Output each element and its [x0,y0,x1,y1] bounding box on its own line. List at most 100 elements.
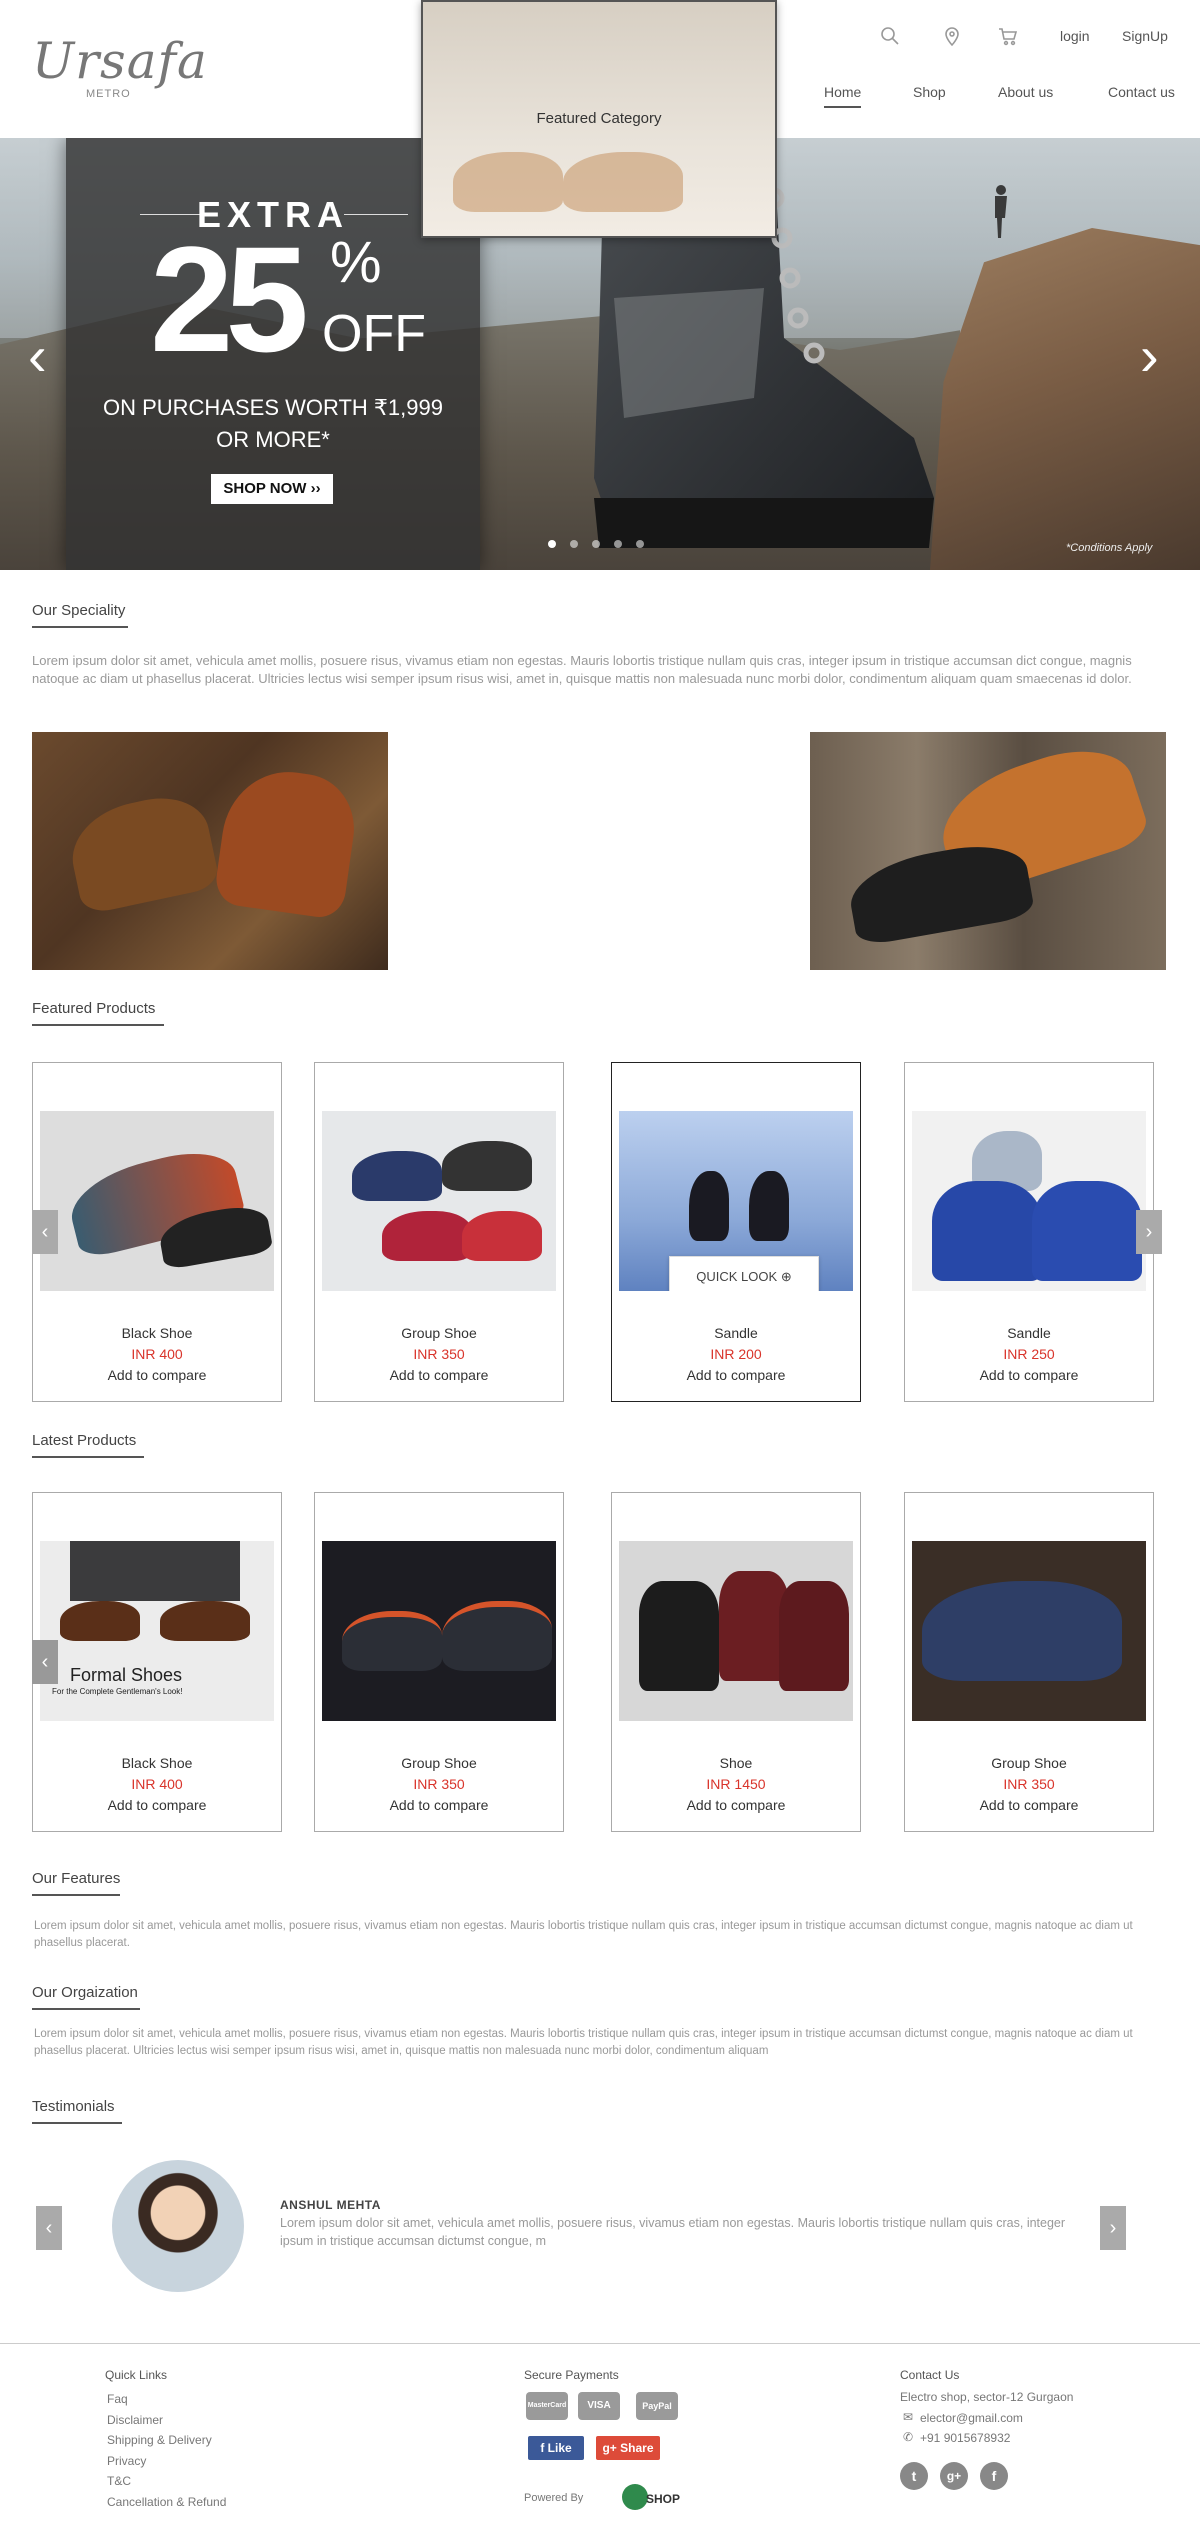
product-card[interactable]: Shoe INR 1450 Add to compare [611,1492,861,1832]
nav-shop[interactable]: Shop [913,84,946,100]
product-price: INR 200 [710,1346,762,1362]
product-name[interactable]: Sandle [905,1325,1153,1341]
nav-contact[interactable]: Contact us [1108,84,1175,100]
product-card[interactable]: Group Shoe INR 350 Add to compare [314,1062,564,1402]
product-card[interactable]: Formal Shoes For the Complete Gentleman'… [32,1492,282,1832]
shop-now-button[interactable]: SHOP NOW ›› [211,474,333,504]
latest-next-arrow[interactable]: › [1136,1640,1162,1684]
contact-email[interactable]: elector@gmail.com [920,2411,1023,2425]
latest-prev-arrow[interactable]: ‹ [32,1640,58,1684]
nav-home[interactable]: Home [824,84,862,108]
shoe-shape [63,788,221,916]
add-to-compare-link[interactable]: Add to compare [33,1367,281,1383]
powered-by-label: Powered By [524,2492,584,2504]
search-icon[interactable] [878,24,902,48]
footer-link-privacy[interactable]: Privacy [107,2454,146,2468]
product-name[interactable]: Black Shoe [33,1325,281,1341]
product-card[interactable]: Sandle INR 250 Add to compare [904,1062,1154,1402]
featured-next-arrow[interactable]: › [1136,1210,1162,1254]
product-name[interactable]: Group Shoe [315,1755,563,1771]
featured-title: Featured Products [32,1000,156,1017]
google-plus-share-button[interactable]: g+ Share [596,2436,660,2460]
product-image [322,1541,556,1721]
testimonial-next-arrow[interactable]: › [1100,2206,1126,2250]
shoe-shape [382,1211,472,1261]
product-card[interactable]: Group Shoe INR 350 Add to compare [314,1492,564,1832]
product-image [619,1541,853,1721]
footer-link-shipping[interactable]: Shipping & Delivery [107,2433,212,2447]
hero-dot-2[interactable] [570,540,578,548]
featured-prev-arrow[interactable]: ‹ [32,1210,58,1254]
twitter-icon[interactable]: t [900,2462,928,2490]
add-to-compare-link[interactable]: Add to compare [315,1367,563,1383]
features-text: Lorem ipsum dolor sit amet, vehicula ame… [34,1920,1133,1949]
add-to-compare-link[interactable]: Add to compare [905,1367,1153,1383]
login-link[interactable]: login [1060,28,1090,44]
product-card[interactable]: Group Shoe INR 350 Add to compare [904,1492,1154,1832]
hiker-figure [995,185,1007,238]
hero-prev-arrow[interactable]: ‹ [28,328,47,384]
add-to-compare-link[interactable]: Add to compare [612,1797,860,1813]
chevron-right-icon: › [1145,1651,1153,1673]
product-image [40,1111,274,1291]
google-plus-icon[interactable]: g+ [940,2462,968,2490]
shop-logo-icon [622,2484,648,2510]
contact-title: Contact Us [900,2368,960,2382]
nav-about[interactable]: About us [998,84,1053,100]
shoe-shape [639,1581,719,1691]
hero-next-arrow[interactable]: › [1140,328,1159,384]
footer-link-disclaimer[interactable]: Disclaimer [107,2413,163,2427]
hero-dot-3[interactable] [592,540,600,548]
facebook-like-button[interactable]: f Like [528,2436,584,2460]
add-to-compare-link[interactable]: Add to compare [905,1797,1153,1813]
banner-title: Formal Shoes [70,1665,183,1685]
product-name[interactable]: Black Shoe [33,1755,281,1771]
product-name[interactable]: Group Shoe [315,1325,563,1341]
product-image [912,1541,1146,1721]
add-to-compare-link[interactable]: Add to compare [612,1367,860,1383]
footer-link-cancellation[interactable]: Cancellation & Refund [107,2495,226,2509]
heading-underline [32,2008,140,2010]
zoom-icon: ⊕ [780,1269,792,1284]
hero-dot-4[interactable] [614,540,622,548]
location-pin-icon[interactable] [940,24,964,48]
product-price: INR 350 [1003,1776,1055,1792]
hero-dot-5[interactable] [636,540,644,548]
quick-look-label: QUICK LOOK [696,1269,778,1284]
product-name[interactable]: Group Shoe [905,1755,1153,1771]
facebook-icon[interactable]: f [980,2462,1008,2490]
google-plus-share-label: Share [620,2441,654,2455]
featured-category-label: Featured Category [536,110,662,127]
speciality-image-1[interactable] [32,732,388,970]
shoe-shape [749,1171,789,1241]
chevron-right-icon: › [1109,2217,1117,2239]
logo[interactable]: Ursafa [32,32,208,90]
payments-title: Secure Payments [524,2368,619,2382]
speciality-text: Lorem ipsum dolor sit amet, vehicula ame… [32,653,1132,686]
testimonial-prev-arrow[interactable]: ‹ [36,2206,62,2250]
featured-category-card[interactable]: Featured Category [421,0,777,238]
product-card[interactable]: QUICK LOOK ⊕ Sandle INR 200 Add to compa… [611,1062,861,1402]
product-name[interactable]: Sandle [612,1325,860,1341]
product-price: INR 400 [131,1346,183,1362]
powered-brand[interactable]: SHOP [646,2492,680,2506]
product-image [912,1111,1146,1291]
product-card[interactable]: Black Shoe INR 400 Add to compare [32,1062,282,1402]
cart-icon[interactable] [996,24,1020,48]
testimonial-author: ANSHUL MEHTA [280,2198,381,2212]
footer-link-tc[interactable]: T&C [107,2474,131,2488]
shoe-shape [342,1611,442,1671]
shoe-shape [689,1171,729,1241]
add-to-compare-link[interactable]: Add to compare [33,1797,281,1813]
hero-dot-1[interactable] [548,540,556,548]
speciality-image-3[interactable] [810,732,1166,970]
signup-link[interactable]: SignUp [1122,28,1168,44]
product-price: INR 250 [1003,1346,1055,1362]
add-to-compare-link[interactable]: Add to compare [315,1797,563,1813]
quick-look-button[interactable]: QUICK LOOK ⊕ [669,1256,819,1291]
footer-link-faq[interactable]: Faq [107,2392,128,2406]
organization-title: Our Orgaization [32,1984,138,2001]
visa-icon: VISA [578,2392,620,2420]
product-name[interactable]: Shoe [612,1755,860,1771]
shoe-shape [442,1141,532,1191]
